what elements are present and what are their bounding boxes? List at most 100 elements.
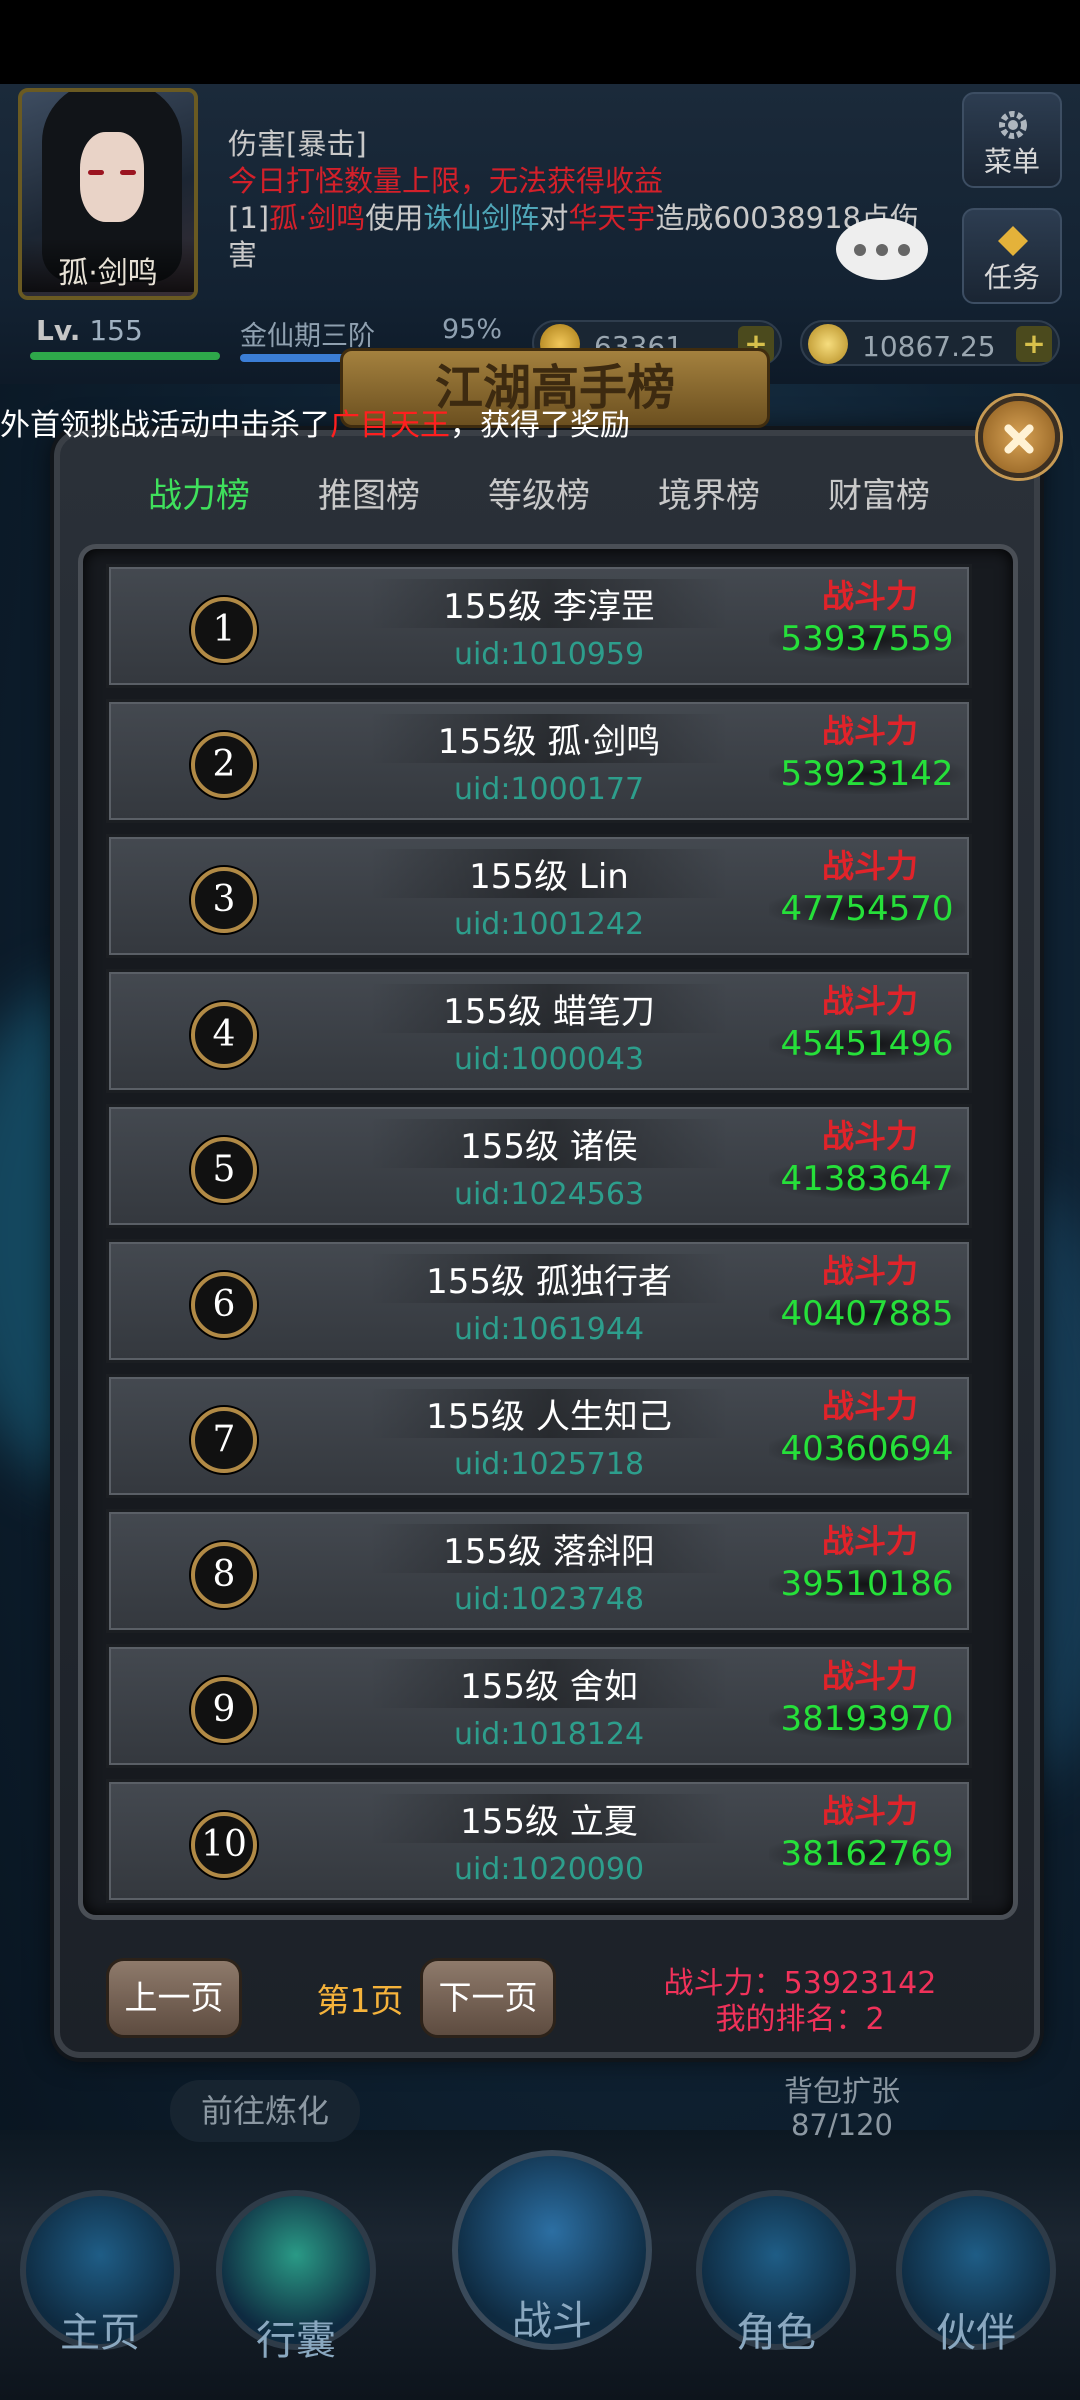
ranking-row[interactable]: 1 155级 李淳罡 uid:1010959 战斗力 53937559 (106, 564, 972, 688)
prev-page-button[interactable]: 上一页 (106, 1958, 242, 2038)
next-page-button[interactable]: 下一页 (420, 1958, 556, 2038)
player-level-name: 155级 诸侯 (369, 1119, 729, 1168)
nav-character[interactable]: 角色 (676, 2170, 876, 2370)
ranking-row[interactable]: 6 155级 孤独行者 uid:1061944 战斗力 40407885 (106, 1239, 972, 1363)
nav-partner-label: 伙伴 (936, 2310, 1016, 2356)
power-label: 战斗力 (821, 1522, 918, 1560)
rank-badge: 9 (191, 1677, 257, 1743)
refine-button[interactable]: 前往炼化 (170, 2080, 360, 2142)
menu-button[interactable]: 菜单 (962, 92, 1062, 188)
power-label: 战斗力 (821, 577, 918, 615)
nav-home[interactable]: 主页 (0, 2170, 200, 2370)
tab-level[interactable]: 等级榜 (454, 466, 624, 526)
player-uid: uid:1001242 (453, 907, 645, 942)
rank-badge: 8 (191, 1542, 257, 1608)
rank-badge: 5 (191, 1137, 257, 1203)
chat-line: 伤害[暴击] (228, 127, 367, 161)
power-value: 38193970 (769, 1699, 965, 1739)
chat-bubble-icon[interactable] (836, 218, 928, 280)
player-level-name: 155级 立夏 (369, 1794, 729, 1843)
ranking-row[interactable]: 2 155级 孤·剑鸣 uid:1000177 战斗力 53923142 (106, 699, 972, 823)
player-uid: uid:1020090 (453, 1852, 645, 1887)
player-level-name: 155级 落斜阳 (369, 1524, 729, 1573)
avatar-eye (120, 170, 136, 175)
tab-power[interactable]: 战力榜 (114, 466, 284, 526)
power-value: 41383647 (769, 1159, 965, 1199)
power-value: 53937559 (769, 619, 965, 659)
nav-partner[interactable]: 伙伴 (876, 2170, 1076, 2370)
bag-expand-button[interactable]: 背包扩张 87/120 (752, 2074, 932, 2142)
player-uid: uid:1000177 (453, 772, 645, 807)
power-label: 战斗力 (821, 1657, 918, 1695)
player-uid: uid:1010959 (453, 637, 645, 672)
bag-capacity: 87/120 (790, 2108, 894, 2142)
ranking-tabs: 战力榜 推图榜 等级榜 境界榜 财富榜 (114, 466, 984, 526)
rank-badge: 1 (191, 597, 257, 663)
ranking-row[interactable]: 10 155级 立夏 uid:1020090 战斗力 38162769 (106, 1779, 972, 1903)
ranking-row[interactable]: 9 155级 舍如 uid:1018124 战斗力 38193970 (106, 1644, 972, 1768)
my-rank: 我的排名：2 (715, 2002, 885, 2037)
tab-wealth[interactable]: 财富榜 (794, 466, 964, 526)
bag-expand-label: 背包扩张 (783, 2074, 900, 2108)
ranking-row[interactable]: 8 155级 落斜阳 uid:1023748 战斗力 39510186 (106, 1509, 972, 1633)
power-label: 战斗力 (821, 1792, 918, 1830)
player-level-name: 155级 人生知己 (369, 1389, 729, 1438)
nav-battle-label: 战斗 (512, 2298, 592, 2344)
gear-icon (999, 111, 1027, 139)
chat-line: [1]孤·剑鸣使用诛仙剑阵对华天宇造成60038918点伤 (228, 201, 919, 235)
power-value: 45451496 (769, 1024, 965, 1064)
ranking-row[interactable]: 4 155级 蜡笔刀 uid:1000043 战斗力 45451496 (106, 969, 972, 1093)
power-value: 38162769 (769, 1834, 965, 1874)
chat-line: 害 (228, 238, 258, 272)
page-number: 第1页 (316, 1981, 404, 2020)
realm-percent: 95% (441, 314, 502, 345)
nav-bag-label: 行囊 (256, 2318, 336, 2364)
add-gold-button[interactable]: + (1016, 326, 1052, 362)
menu-label: 菜单 (983, 145, 1040, 178)
player-uid: uid:1061944 (453, 1312, 645, 1347)
player-uid: uid:1018124 (453, 1717, 645, 1752)
nav-battle[interactable]: 战斗 (452, 2150, 652, 2370)
player-uid: uid:1023748 (453, 1582, 645, 1617)
power-label: 战斗力 (821, 847, 918, 885)
level-progress (30, 352, 220, 360)
rank-badge: 10 (191, 1812, 257, 1878)
chat-line: 今日打怪数量上限，无法获得收益 (228, 164, 664, 198)
player-level-name: 155级 李淳罡 (369, 579, 729, 628)
rank-badge: 2 (191, 732, 257, 798)
player-avatar[interactable]: 孤·剑鸣 (18, 88, 198, 300)
task-button[interactable]: 任务 (962, 208, 1062, 304)
player-uid: uid:1000043 (453, 1042, 645, 1077)
power-label: 战斗力 (821, 1117, 918, 1155)
chat-skill-name: 诛仙剑阵 (423, 201, 540, 235)
gold-currency: 10867.25 + (800, 320, 1060, 366)
player-level-name: 155级 孤独行者 (369, 1254, 729, 1303)
player-uid: uid:1024563 (453, 1177, 645, 1212)
player-level-name: 155级 蜡笔刀 (369, 984, 729, 1033)
boss-name: 广目天王 (330, 408, 450, 443)
power-label: 战斗力 (821, 1252, 918, 1290)
player-level-name: 155级 孤·剑鸣 (369, 714, 729, 763)
rank-badge: 4 (191, 1002, 257, 1068)
diamond-icon (998, 226, 1028, 256)
nav-character-label: 角色 (736, 2310, 816, 2356)
power-label: 战斗力 (821, 982, 918, 1020)
ranking-row[interactable]: 7 155级 人生知己 uid:1025718 战斗力 40360694 (106, 1374, 972, 1498)
power-label: 战斗力 (821, 712, 918, 750)
task-label: 任务 (983, 261, 1040, 294)
ranking-row[interactable]: 3 155级 Lin uid:1001242 战斗力 47754570 (106, 834, 972, 958)
power-value: 53923142 (769, 754, 965, 794)
player-name: 孤·剑鸣 (22, 238, 194, 292)
chat-target-name: 华天宇 (568, 201, 656, 235)
nav-bag[interactable]: 行囊 (196, 2170, 396, 2370)
rank-badge: 3 (191, 867, 257, 933)
rank-badge: 6 (191, 1272, 257, 1338)
tab-realm[interactable]: 境界榜 (624, 466, 794, 526)
gold-coin-icon (808, 324, 848, 364)
nav-home-label: 主页 (60, 2310, 140, 2356)
player-uid: uid:1025718 (453, 1447, 645, 1482)
close-button[interactable] (978, 396, 1060, 478)
tab-stage[interactable]: 推图榜 (284, 466, 454, 526)
ranking-row[interactable]: 5 155级 诸侯 uid:1024563 战斗力 41383647 (106, 1104, 972, 1228)
power-label: 战斗力 (821, 1387, 918, 1425)
